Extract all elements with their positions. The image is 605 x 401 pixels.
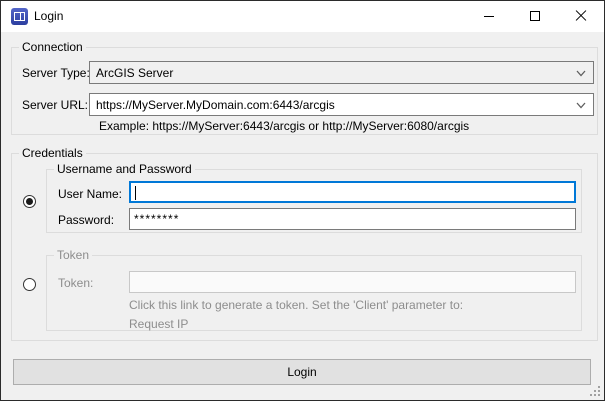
minimize-button[interactable] bbox=[466, 1, 512, 31]
server-type-value: ArcGIS Server bbox=[96, 66, 173, 80]
server-url-example-text: Example: https://MyServer:6443/arcgis or… bbox=[99, 119, 469, 133]
token-client-value: Request IP bbox=[129, 317, 188, 331]
close-button[interactable] bbox=[558, 1, 604, 31]
password-masked-value: ******** bbox=[134, 212, 179, 226]
token-group-label: Token bbox=[54, 248, 92, 263]
token-hint-text: Click this link to generate a token. Set… bbox=[129, 298, 463, 312]
chevron-down-icon bbox=[576, 102, 586, 109]
close-icon bbox=[575, 10, 587, 22]
username-input[interactable] bbox=[129, 181, 576, 203]
credentials-group-label: Credentials bbox=[19, 146, 86, 161]
login-button[interactable]: Login bbox=[13, 359, 591, 385]
window-controls bbox=[466, 1, 604, 31]
server-url-combobox[interactable]: https://MyServer.MyDomain.com:6443/arcgi… bbox=[89, 93, 594, 116]
app-window-icon-split bbox=[20, 12, 21, 21]
resize-grip[interactable] bbox=[598, 394, 600, 396]
minimize-icon bbox=[484, 16, 494, 17]
username-password-radio[interactable] bbox=[23, 195, 36, 208]
maximize-icon bbox=[530, 11, 540, 21]
server-type-dropdown[interactable]: ArcGIS Server bbox=[89, 61, 594, 84]
password-label: Password: bbox=[58, 213, 114, 227]
token-label: Token: bbox=[58, 276, 93, 290]
server-type-label: Server Type: bbox=[22, 66, 90, 80]
title-bar[interactable]: Login bbox=[1, 1, 604, 32]
username-password-group-label: Username and Password bbox=[54, 162, 195, 177]
text-caret bbox=[135, 186, 136, 200]
chevron-down-icon bbox=[576, 70, 586, 77]
app-window-icon bbox=[11, 8, 28, 25]
server-url-value: https://MyServer.MyDomain.com:6443/arcgi… bbox=[96, 98, 335, 112]
token-input bbox=[129, 271, 576, 293]
password-input[interactable]: ******** bbox=[129, 208, 576, 230]
token-group: Token bbox=[46, 255, 582, 331]
window-title: Login bbox=[34, 1, 63, 32]
login-dialog: Login Connection Server Type: ArcGIS Ser… bbox=[0, 0, 605, 401]
server-url-label: Server URL: bbox=[22, 98, 88, 112]
maximize-button[interactable] bbox=[512, 1, 558, 31]
username-label: User Name: bbox=[58, 187, 122, 201]
token-radio[interactable] bbox=[23, 278, 36, 291]
connection-group-label: Connection bbox=[19, 40, 86, 55]
